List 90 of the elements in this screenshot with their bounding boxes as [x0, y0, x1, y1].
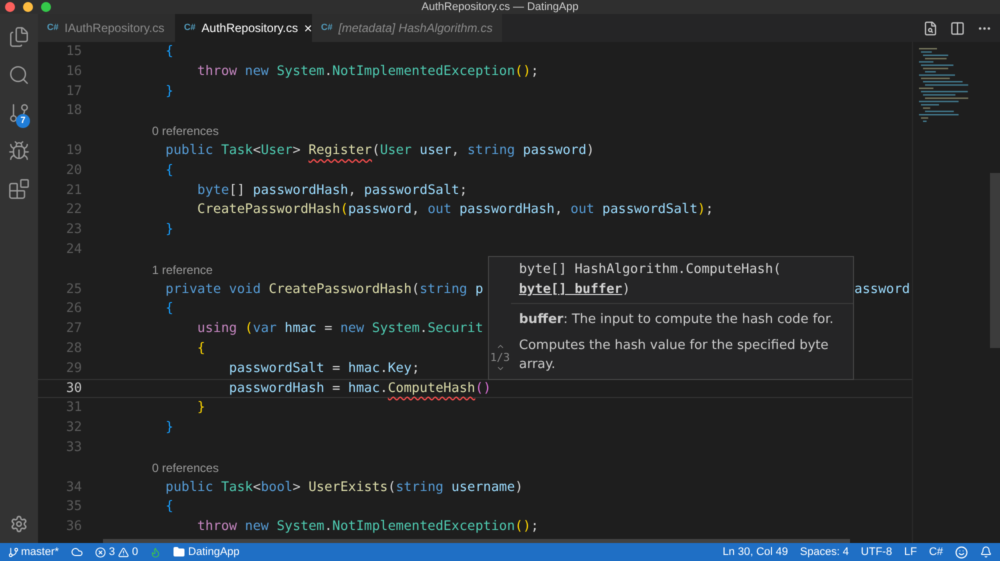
- line-number: 24: [65, 240, 83, 259]
- editor-tab[interactable]: C# AuthRepository.cs ×: [175, 14, 312, 42]
- folder-status[interactable]: DatingApp: [173, 544, 240, 560]
- line-number: 22: [65, 201, 83, 220]
- code-line: {: [196, 340, 206, 358]
- branch-status[interactable]: master*: [8, 544, 59, 560]
- minimize-window-button[interactable]: [23, 2, 33, 12]
- files-icon[interactable]: [8, 26, 30, 48]
- code-line: {: [164, 300, 174, 318]
- editor-tab[interactable]: C# [metadata] HashAlgorithm.cs: [312, 14, 502, 42]
- indentation-status[interactable]: Spaces: 4: [800, 544, 849, 560]
- csharp-label: C#: [47, 21, 59, 34]
- code-line: assword: [854, 280, 910, 299]
- line-number: 19: [65, 142, 83, 160]
- close-tab-button[interactable]: ×: [304, 18, 312, 38]
- method-summary: Computes the hash value for the specified byte array.: [519, 336, 830, 374]
- code-line: passwordSalt = hmac.Key;: [228, 360, 420, 378]
- changes-badge: 7: [16, 114, 30, 128]
- problems-status[interactable]: 3 0: [94, 544, 138, 560]
- code-line: {: [164, 43, 174, 61]
- code-line: {: [164, 498, 174, 516]
- code-line: public Task<bool> UserExists(string username): [164, 478, 523, 497]
- signature-text: ): [622, 281, 630, 299]
- line-number: 29: [65, 360, 83, 378]
- parameter-doc: buffer: The input to compute the hash code for.: [519, 311, 835, 329]
- horizontal-scrollbar[interactable]: [103, 539, 850, 543]
- codelens-text[interactable]: 0 references: [152, 458, 219, 477]
- warning-icon: [118, 546, 130, 558]
- line-number: 35: [65, 498, 83, 516]
- line-number: 27: [65, 320, 83, 338]
- split-editor-icon[interactable]: [950, 20, 965, 36]
- line-number: 33: [65, 438, 83, 457]
- branch-icon: [8, 546, 19, 558]
- error-icon: [94, 546, 106, 558]
- signature-text: byte[] HashAlgorithm.ComputeHash(: [519, 262, 782, 277]
- line-ending-status[interactable]: LF: [904, 544, 917, 560]
- line-number: 30: [65, 380, 83, 398]
- code-line: private void CreatePasswordHash(string p: [164, 280, 484, 299]
- smiley-icon[interactable]: [955, 546, 968, 558]
- line-number: 23: [65, 221, 83, 240]
- code-line: using (var hmac = new System.Securit: [196, 320, 484, 338]
- line-number: 16: [65, 62, 83, 81]
- bell-icon[interactable]: [980, 546, 992, 558]
- tab-label: AuthRepository.cs: [202, 20, 298, 37]
- maximize-window-button[interactable]: [41, 2, 51, 12]
- codelens-text[interactable]: 0 references: [152, 122, 219, 140]
- code-line: public Task<User> Register(User user, string password): [164, 142, 594, 160]
- code-line: }: [164, 82, 174, 101]
- csharp-label: C#: [184, 21, 196, 34]
- tab-label: IAuthRepository.cs: [64, 20, 164, 37]
- codelens-text[interactable]: 1 reference: [152, 260, 213, 279]
- tab-label: [metadata] HashAlgorithm.cs: [338, 20, 493, 37]
- code-line: byte[] passwordHash, passwordSalt;: [196, 182, 468, 200]
- line-number: 18: [65, 102, 83, 120]
- settings-icon[interactable]: [10, 515, 28, 533]
- search-icon[interactable]: [8, 64, 30, 86]
- language-status[interactable]: C#: [928, 544, 943, 560]
- line-number: 15: [65, 43, 83, 61]
- code-line: {: [164, 162, 174, 180]
- bug-icon[interactable]: [8, 140, 30, 162]
- code-line: }: [196, 399, 206, 418]
- open-preview-icon[interactable]: [923, 20, 938, 36]
- code-line: passwordHash = hmac.ComputeHash(): [228, 380, 492, 398]
- active-parameter: byte[] buffer: [519, 281, 622, 299]
- line-number: 17: [65, 82, 83, 101]
- code-line: }: [164, 221, 174, 240]
- code-line: CreatePasswordHash(password, out passwordHash, out passwordSalt);: [196, 201, 714, 220]
- code-line: throw new System.NotImplementedException();: [196, 62, 539, 81]
- code-line: throw new System.NotImplementedException();: [196, 518, 539, 536]
- line-number: 25: [65, 280, 83, 299]
- window-title: AuthRepository.cs — DatingApp: [422, 0, 578, 14]
- encoding-status[interactable]: UTF-8: [860, 544, 892, 560]
- editor-tab[interactable]: C# IAuthRepository.cs: [38, 14, 175, 42]
- line-number: 36: [65, 518, 83, 536]
- line-number: 28: [65, 340, 83, 358]
- folder-icon: [173, 546, 186, 558]
- line-number: 26: [65, 300, 83, 318]
- overload-counter: 1/3: [490, 350, 510, 364]
- csharp-label: C#: [321, 21, 333, 34]
- line-number: 20: [65, 162, 83, 180]
- line-number: 31: [65, 399, 83, 418]
- cursor-position[interactable]: Ln 30, Col 49: [722, 544, 788, 560]
- code-line: }: [164, 419, 174, 438]
- line-number: 21: [65, 182, 83, 200]
- line-number: 34: [65, 478, 83, 497]
- cloud-icon[interactable]: [70, 546, 83, 558]
- line-number: 32: [65, 419, 83, 438]
- close-window-button[interactable]: [5, 2, 15, 12]
- extensions-icon[interactable]: [8, 178, 30, 200]
- branch-icon[interactable]: [8, 102, 30, 124]
